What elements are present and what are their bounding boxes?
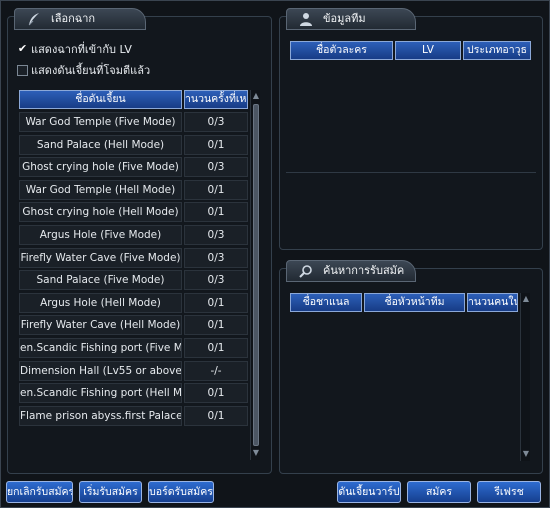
dungeon-name-cell[interactable]: Ghost crying hole (Hell Mode) (19, 202, 182, 222)
col-character-name[interactable]: ชื่อตัวละคร (290, 41, 393, 60)
dungeon-name-cell[interactable]: en.Scandic Fishing port (Five Mo (19, 338, 182, 358)
dungeon-name-cell[interactable]: en.Scandic Fishing port (Hell Mo (19, 383, 182, 403)
option-level-checkbox[interactable]: ✔ (17, 43, 28, 55)
dungeon-name-cell[interactable]: War God Temple (Five Mode) (19, 112, 182, 132)
remaining-count-cell[interactable]: 0/1 (184, 406, 248, 426)
remaining-count-cell[interactable]: 0/3 (184, 248, 248, 268)
dungeon-warp-button[interactable]: ดันเจี้ยนวาร์ป (337, 481, 401, 503)
remaining-count-cell[interactable]: 0/1 (184, 338, 248, 358)
remaining-count-cell[interactable]: -/- (184, 361, 248, 381)
remaining-count-cell[interactable]: 0/1 (184, 202, 248, 222)
apply-button[interactable]: สมัคร (407, 481, 471, 503)
col-member-count[interactable]: านวนคนในที (467, 293, 518, 312)
scroll-up-icon[interactable]: ▲ (252, 92, 260, 100)
dungeon-name-cell[interactable]: Sand Palace (Hell Mode) (19, 135, 182, 155)
dungeon-name-cell[interactable]: Ghost crying hole (Five Mode) (19, 157, 182, 177)
person-icon (299, 12, 313, 26)
scroll-down-icon[interactable]: ▼ (252, 449, 260, 457)
remaining-count-cell[interactable]: 0/1 (184, 135, 248, 155)
remaining-count-cell[interactable]: 0/1 (184, 383, 248, 403)
col-dungeon-name[interactable]: ชื่อดันเจี้ยน (19, 90, 182, 109)
remaining-count-cell[interactable]: 0/1 (184, 180, 248, 200)
col-leader-name[interactable]: ชื่อหัวหน้าทีม (364, 293, 465, 312)
col-channel-name[interactable]: ชื่อชาแนล (290, 293, 362, 312)
recruit-board-button[interactable]: บอร์ดรับสมัคร (148, 481, 214, 503)
start-recruit-button[interactable]: เริ่มรับสมัคร (79, 481, 142, 503)
refresh-button[interactable]: รีเฟรช (477, 481, 541, 503)
remaining-count-cell[interactable]: 0/1 (184, 293, 248, 313)
feather-icon (27, 12, 41, 26)
dungeon-name-cell[interactable]: Firefly Water Cave (Hell Mode) (19, 315, 182, 335)
option-completed[interactable]: แสดงดันเจี้ยนที่โจมตีแล้ว (17, 63, 217, 79)
col-remaining-count[interactable]: านวนครั้งที่เหลื (184, 90, 248, 109)
dungeon-name-cell[interactable]: Sand Palace (Five Mode) (19, 270, 182, 290)
team-info-tab: ข้อมูลทีม (286, 8, 416, 30)
col-weapon-type[interactable]: ประเภทอาวุธ (463, 41, 531, 60)
recruit-search-tab: ค้นหาการรับสมัค (286, 260, 416, 282)
dungeon-list-scrollbar[interactable]: ▲ ▼ (250, 90, 260, 460)
team-info-divider (286, 172, 536, 173)
recruit-scroll-down-icon[interactable]: ▼ (522, 450, 530, 458)
dungeon-name-cell[interactable]: War God Temple (Hell Mode) (19, 180, 182, 200)
col-level[interactable]: LV (395, 41, 461, 60)
dungeon-name-cell[interactable]: Flame prison abyss.first Palace (19, 406, 182, 426)
remaining-count-cell[interactable]: 0/3 (184, 157, 248, 177)
search-icon (299, 264, 313, 278)
remaining-count-cell[interactable]: 0/1 (184, 315, 248, 335)
stage-select-title: เลือกฉาก (51, 12, 96, 25)
dungeon-name-cell[interactable]: Argus Hole (Hell Mode) (19, 293, 182, 313)
recruit-list-scrollbar[interactable]: ▲ ▼ (520, 293, 530, 461)
scroll-thumb[interactable] (253, 104, 259, 446)
remaining-count-cell[interactable]: 0/3 (184, 112, 248, 132)
recruit-scroll-up-icon[interactable]: ▲ (522, 295, 530, 303)
option-level-label: แสดงฉากที่เข้ากับ LV (31, 43, 132, 56)
option-completed-label: แสดงดันเจี้ยนที่โจมตีแล้ว (31, 64, 151, 77)
stage-select-tab: เลือกฉาก (14, 8, 146, 30)
option-level-match[interactable]: ✔ แสดงฉากที่เข้ากับ LV (17, 42, 217, 58)
remaining-count-cell[interactable]: 0/3 (184, 225, 248, 245)
cancel-recruit-button[interactable]: ยกเลิกรับสมัคร (6, 481, 73, 503)
dungeon-name-cell[interactable]: Argus Hole (Five Mode) (19, 225, 182, 245)
recruit-search-title: ค้นหาการรับสมัค (323, 264, 405, 277)
dungeon-name-cell[interactable]: Firefly Water Cave (Five Mode) (19, 248, 182, 268)
option-completed-checkbox[interactable] (17, 65, 28, 76)
remaining-count-cell[interactable]: 0/3 (184, 270, 248, 290)
dungeon-name-cell[interactable]: Dimension Hall (Lv55 or above) (19, 361, 182, 381)
team-info-title: ข้อมูลทีม (323, 12, 366, 25)
